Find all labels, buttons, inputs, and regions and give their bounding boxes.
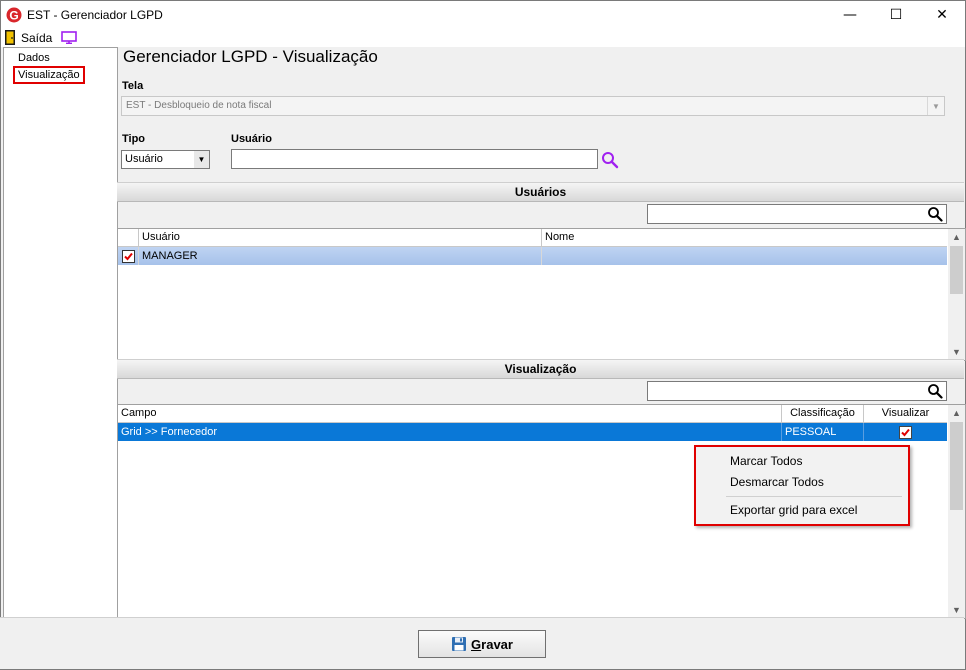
- tree-item-dados[interactable]: Dados: [15, 51, 53, 65]
- app-logo-icon: G: [6, 7, 22, 23]
- scrollbar-thumb[interactable]: [950, 246, 963, 294]
- row-checkbox[interactable]: [122, 250, 135, 263]
- grid-header: Campo Classificação Visualizar: [118, 405, 947, 423]
- tela-label: Tela: [122, 80, 144, 92]
- cell-classificacao: PESSOAL: [782, 423, 864, 441]
- column-header-visualizar[interactable]: Visualizar: [864, 405, 947, 422]
- visualizar-checkbox[interactable]: [899, 426, 912, 439]
- cell-usuario: MANAGER: [139, 247, 542, 265]
- tipo-select[interactable]: Usuário ▼: [121, 150, 210, 169]
- tela-value: EST - Desbloqueio de nota fiscal: [126, 100, 272, 111]
- cell-nome: [542, 247, 947, 265]
- usuario-input[interactable]: [231, 149, 598, 169]
- menu-item-desmarcar-todos[interactable]: Desmarcar Todos: [730, 475, 824, 489]
- menu-bar: Saída: [1, 29, 965, 47]
- tipo-label: Tipo: [122, 133, 146, 145]
- gravar-accelerator: G: [471, 636, 482, 652]
- tela-select[interactable]: EST - Desbloqueio de nota fiscal ▼: [121, 96, 945, 116]
- chevron-down-icon: ▼: [194, 151, 209, 168]
- chevron-down-icon: ▼: [927, 97, 944, 115]
- saida-menu-item[interactable]: Saída: [21, 31, 52, 45]
- scrollbar-thumb[interactable]: [950, 422, 963, 510]
- visualizacao-search-input[interactable]: [647, 381, 947, 401]
- visualizacao-section-title: Visualização: [504, 362, 577, 376]
- tree-item-visualizacao[interactable]: Visualização: [13, 66, 85, 84]
- visualizacao-section-header: Visualização: [117, 359, 964, 379]
- tipo-value: Usuário: [125, 153, 163, 165]
- context-menu: Marcar Todos Desmarcar Todos Exportar gr…: [694, 445, 910, 526]
- page-title: Gerenciador LGPD - Visualização: [123, 47, 378, 66]
- usuario-label: Usuário: [231, 133, 272, 145]
- exit-door-icon[interactable]: [5, 30, 15, 45]
- maximize-button[interactable]: ☐: [873, 1, 919, 29]
- gravar-button[interactable]: Gravar: [418, 630, 546, 658]
- menu-item-marcar-todos[interactable]: Marcar Todos: [730, 454, 802, 468]
- checkbox-column-header: [118, 229, 139, 246]
- column-header-usuario[interactable]: Usuário: [139, 229, 542, 246]
- search-icon[interactable]: [927, 206, 943, 222]
- vertical-scrollbar[interactable]: ▲ ▼: [948, 229, 965, 360]
- svg-text:G: G: [9, 9, 18, 23]
- save-disk-icon: [452, 637, 467, 651]
- column-header-campo[interactable]: Campo: [118, 405, 782, 422]
- usuarios-section-header: Usuários: [117, 182, 964, 202]
- title-bar: G EST - Gerenciador LGPD — ☐ ✕: [1, 1, 965, 29]
- scroll-down-icon[interactable]: ▼: [948, 344, 965, 360]
- scroll-down-icon[interactable]: ▼: [948, 602, 965, 618]
- monitor-icon[interactable]: [61, 31, 77, 44]
- navigation-tree: Dados Visualização: [3, 47, 118, 619]
- column-header-nome[interactable]: Nome: [542, 229, 947, 246]
- grid-header: Usuário Nome: [118, 229, 947, 247]
- usuarios-grid[interactable]: Usuário Nome MANAGER ▲ ▼: [117, 228, 966, 361]
- close-button[interactable]: ✕: [919, 1, 965, 29]
- usuarios-search-input[interactable]: [647, 204, 947, 224]
- usuarios-section-title: Usuários: [514, 185, 567, 199]
- menu-separator: [726, 496, 902, 497]
- cell-visualizar[interactable]: [864, 423, 947, 441]
- table-row[interactable]: Grid >> Fornecedor PESSOAL: [118, 423, 947, 441]
- search-icon[interactable]: [601, 151, 619, 169]
- search-icon[interactable]: [927, 383, 943, 399]
- row-checkbox-cell[interactable]: [118, 247, 139, 265]
- gravar-label: ravar: [481, 636, 513, 652]
- vertical-scrollbar[interactable]: ▲ ▼: [948, 405, 965, 618]
- minimize-button[interactable]: —: [827, 1, 873, 29]
- column-header-classificacao[interactable]: Classificação: [782, 405, 864, 422]
- scroll-up-icon[interactable]: ▲: [948, 405, 965, 421]
- menu-item-exportar-excel[interactable]: Exportar grid para excel: [730, 503, 857, 517]
- window-title: EST - Gerenciador LGPD: [27, 8, 163, 22]
- scroll-up-icon[interactable]: ▲: [948, 229, 965, 245]
- table-row[interactable]: MANAGER: [118, 247, 947, 265]
- cell-campo: Grid >> Fornecedor: [118, 423, 782, 441]
